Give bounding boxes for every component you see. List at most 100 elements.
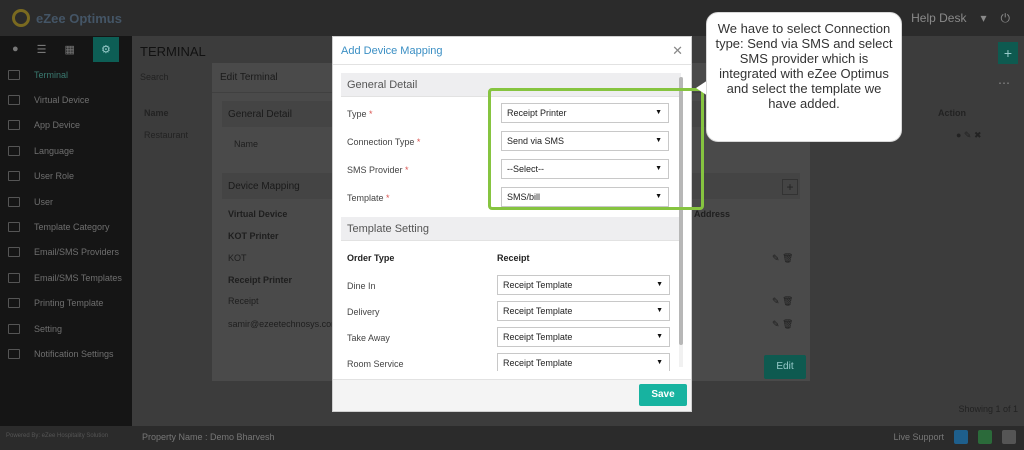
sidebar-item-virtual-device[interactable]: Virtual Device — [0, 87, 132, 112]
receipt-select-dine-in[interactable]: Receipt Template ▼ — [497, 275, 670, 295]
user-icon[interactable]: ● — [12, 43, 19, 55]
sidebar-item-label: Email/SMS Providers — [34, 247, 120, 258]
edit-button[interactable]: Edit — [764, 355, 806, 379]
receipt-select-take-away[interactable]: Receipt Template ▼ — [497, 327, 670, 347]
sidebar-item-label: Virtual Device — [34, 95, 90, 106]
order-table-header: Order Type Receipt — [341, 247, 681, 271]
phone-icon — [8, 120, 20, 131]
chevron-down-icon[interactable]: ▾ — [980, 11, 986, 25]
edit-name-label: Name — [234, 139, 259, 149]
sidebar-item-label: User Role — [34, 171, 75, 182]
top-right-tools: Help Desk ▾ ⏻ — [911, 0, 1024, 36]
order-type-header: Order Type — [347, 253, 395, 263]
virtual-device-header: Virtual Device — [228, 209, 288, 219]
table-row: KOT Printer — [228, 231, 279, 241]
sidebar-item-email-sms-templates[interactable]: Email/SMS Templates — [0, 265, 132, 290]
instruction-callout: We have to select Connection type: Send … — [706, 12, 902, 142]
close-icon[interactable]: ✕ — [672, 43, 683, 59]
order-type-delivery: Delivery — [347, 307, 380, 317]
address-header: Address — [694, 209, 731, 219]
template-setting-section: Template Setting — [341, 217, 681, 241]
sidebar-item-user[interactable]: User — [0, 189, 132, 214]
more-options-icon[interactable]: ⋯ — [998, 76, 1010, 90]
windows-icon[interactable] — [954, 430, 968, 444]
sidebar-item-app-device[interactable]: App Device — [0, 113, 132, 138]
printer-icon — [8, 298, 20, 309]
pagination-info: Showing 1 of 1 — [958, 404, 1018, 414]
sidebar-item-setting[interactable]: Setting — [0, 316, 132, 341]
footer: Powered By: eZee Hospitality Solution Pr… — [0, 426, 1024, 450]
terminal-icon — [8, 69, 20, 80]
google-play-icon[interactable] — [978, 430, 992, 444]
sidebar: ● ☰ ▦ ⚙ Terminal Virtual Device App Devi… — [0, 36, 132, 426]
logo-icon — [12, 9, 30, 27]
add-mapping-button[interactable]: + — [782, 179, 798, 195]
table-row: Take Away Receipt Template ▼ — [341, 327, 681, 351]
sidebar-item-label: Template Category — [34, 222, 110, 233]
setting-icon — [8, 323, 20, 334]
table-row: samir@ezeetechnosys.com — [228, 319, 339, 329]
language-icon — [8, 145, 20, 156]
table-row: Room Service Receipt Template ▼ — [341, 353, 681, 371]
caret-down-icon: ▼ — [656, 281, 663, 288]
highlight-box — [488, 88, 704, 210]
save-button[interactable]: Save — [639, 384, 687, 406]
apple-icon[interactable] — [1002, 430, 1016, 444]
action-header: Action — [938, 108, 966, 118]
table-row: Dine In Receipt Template ▼ — [341, 275, 681, 299]
sidebar-item-notification-settings[interactable]: Notification Settings — [0, 341, 132, 366]
grid-icon[interactable]: ▦ — [65, 43, 75, 56]
receipt-header: Receipt — [497, 253, 530, 263]
sidebar-toolbar: ● ☰ ▦ ⚙ — [0, 36, 132, 62]
caret-down-icon: ▼ — [656, 359, 663, 366]
receipt-select-delivery[interactable]: Receipt Template ▼ — [497, 301, 670, 321]
list-header-name[interactable]: Name — [144, 108, 169, 118]
modal-title: Add Device Mapping — [341, 44, 443, 57]
sidebar-item-label: Terminal — [34, 69, 69, 80]
sidebar-item-label: User — [34, 196, 54, 207]
row-action-icons[interactable]: ● ✎ ✖ — [956, 130, 982, 141]
bell-icon — [8, 348, 20, 359]
help-desk-link[interactable]: Help Desk — [911, 11, 966, 25]
template-label: Template * — [347, 193, 390, 203]
template-icon — [8, 272, 20, 283]
order-type-take-away: Take Away — [347, 333, 390, 343]
add-terminal-button[interactable]: + — [998, 42, 1018, 64]
search-input[interactable]: Search — [140, 72, 169, 82]
table-row: Receipt Printer — [228, 275, 293, 285]
live-support-link[interactable]: Live Support — [893, 432, 944, 442]
power-icon[interactable]: ⏻ — [1001, 11, 1011, 26]
sms-provider-label: SMS Provider * — [347, 165, 409, 175]
user-role-icon — [8, 171, 20, 182]
table-row: KOT — [228, 253, 247, 263]
menu-icon[interactable]: ☰ — [37, 43, 47, 56]
sidebar-item-label: App Device — [34, 120, 81, 131]
type-label: Type * — [347, 109, 373, 119]
sidebar-item-terminal[interactable]: Terminal — [0, 62, 132, 87]
caret-down-icon: ▼ — [656, 333, 663, 340]
brand-name: eZee Optimus — [36, 10, 122, 26]
sidebar-item-email-sms-providers[interactable]: Email/SMS Providers — [0, 240, 132, 265]
sidebar-item-label: Printing Template — [34, 298, 104, 309]
row-edit-icons[interactable]: ✎ 🗑 — [772, 253, 793, 264]
list-item[interactable]: Restaurant — [144, 130, 188, 140]
sidebar-item-label: Setting — [34, 323, 63, 334]
sidebar-item-language[interactable]: Language — [0, 138, 132, 163]
folder-icon — [8, 222, 20, 233]
sidebar-item-label: Notification Settings — [34, 348, 114, 359]
settings-icon[interactable]: ⚙ — [92, 36, 119, 62]
sidebar-item-template-category[interactable]: Template Category — [0, 214, 132, 239]
sidebar-item-label: Email/SMS Templates — [34, 272, 122, 283]
footer-powered-by: Powered By: eZee Hospitality Solution — [6, 433, 109, 439]
row-edit-icons[interactable]: ✎ 🗑 — [772, 296, 793, 307]
sidebar-item-user-role[interactable]: User Role — [0, 164, 132, 189]
sidebar-item-printing-template[interactable]: Printing Template — [0, 291, 132, 316]
brand-logo: eZee Optimus — [0, 0, 132, 36]
order-type-dine-in: Dine In — [347, 281, 376, 291]
caret-down-icon: ▼ — [656, 307, 663, 314]
mail-icon — [8, 247, 20, 258]
receipt-select-room-service[interactable]: Receipt Template ▼ — [497, 353, 670, 371]
connection-type-label: Connection Type * — [347, 137, 421, 147]
footer-property: Property Name : Demo Bharvesh — [142, 432, 275, 442]
row-edit-icons[interactable]: ✎ 🗑 — [772, 319, 793, 330]
